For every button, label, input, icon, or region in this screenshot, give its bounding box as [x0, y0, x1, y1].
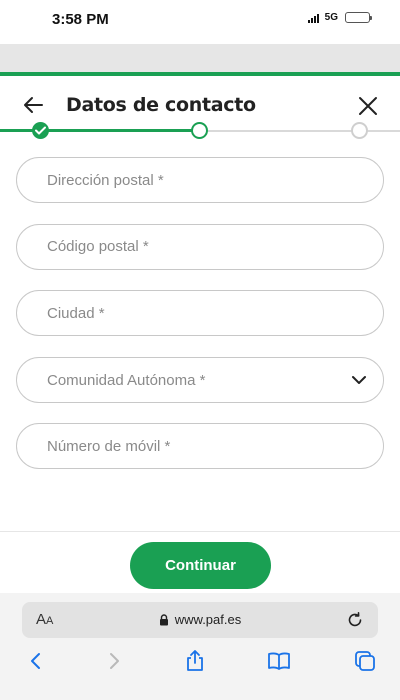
page-title: Datos de contacto	[66, 94, 256, 116]
step-pending	[351, 122, 368, 139]
browser-nav-row	[0, 649, 400, 677]
network-label: 5G	[324, 12, 338, 23]
bookmarks-icon[interactable]	[267, 649, 291, 673]
postal-code-input[interactable]	[17, 224, 383, 269]
status-time: 3:58 PM	[52, 11, 109, 28]
postal-address-field	[16, 157, 384, 203]
signal-icon	[307, 13, 319, 23]
stepper-progress-line	[0, 129, 200, 132]
city-input[interactable]	[17, 291, 383, 335]
postal-address-input[interactable]	[17, 158, 383, 202]
region-select[interactable]: Comunidad Autónoma *	[16, 356, 384, 403]
mobile-input[interactable]	[17, 424, 383, 468]
status-bar: 3:58 PM 5G	[0, 0, 400, 44]
url-display: www.paf.es	[22, 612, 378, 627]
address-bar[interactable]: AA www.paf.es	[22, 602, 378, 638]
progress-stepper	[0, 118, 400, 142]
bottom-divider	[0, 531, 400, 532]
continue-button[interactable]: Continuar	[130, 542, 271, 589]
tabs-icon[interactable]	[353, 649, 377, 673]
top-gray-band	[0, 44, 400, 72]
contact-form: Comunidad Autónoma *	[16, 157, 384, 490]
share-icon[interactable]	[183, 649, 207, 673]
stepper-remaining-line	[200, 129, 400, 132]
region-select-label: Comunidad Autónoma *	[47, 371, 206, 389]
back-arrow-icon[interactable]	[22, 94, 44, 116]
lock-icon	[159, 613, 168, 625]
browser-toolbar: AA www.paf.es	[0, 593, 400, 700]
reload-icon[interactable]	[346, 611, 364, 629]
postal-code-field	[16, 223, 384, 270]
url-text: www.paf.es	[174, 612, 242, 627]
city-field	[16, 290, 384, 336]
mobile-field	[16, 423, 384, 469]
nav-forward-icon[interactable]	[102, 649, 126, 673]
nav-back-icon[interactable]	[24, 649, 48, 673]
check-icon	[35, 126, 46, 135]
step-current	[191, 122, 208, 139]
close-icon[interactable]	[358, 96, 378, 116]
status-indicators: 5G	[307, 12, 372, 23]
battery-icon	[345, 12, 372, 23]
step-completed	[32, 122, 49, 139]
chevron-down-icon	[352, 375, 366, 384]
